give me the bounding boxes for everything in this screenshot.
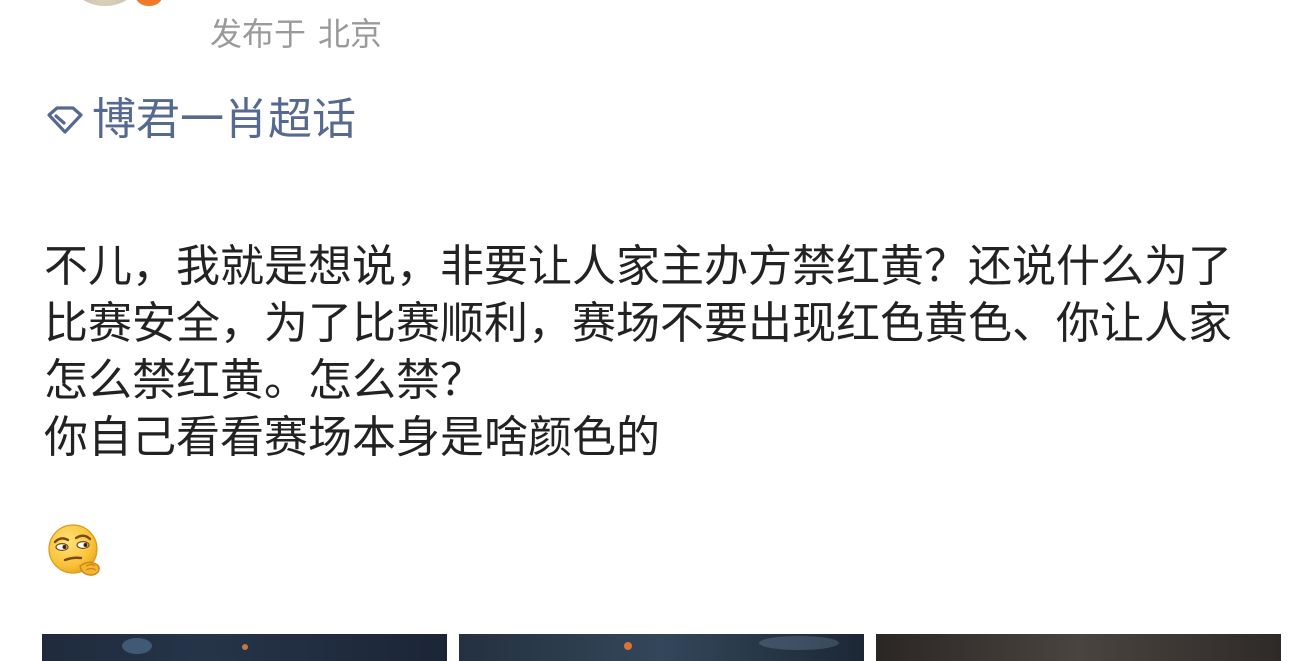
author-avatar[interactable] [70,0,140,6]
image-grid [42,634,1282,661]
post-paragraph: 你自己看看赛场本身是啥颜色的 [44,412,660,463]
supertopic-label: 博君一肖超话 [92,94,356,145]
avatar-image [70,0,140,6]
post-meta: 发布于 北京 [210,12,382,56]
post-paragraph: 不儿，我就是想说，非要让人家主办方禁红黄？还说什么为了比赛安全，为了比赛顺利，赛… [44,241,1232,406]
post-image-1[interactable] [42,634,447,661]
diamond-icon [47,106,83,134]
post-location: 北京 [318,15,383,53]
supertopic-link[interactable]: 博君一肖超话 [44,92,356,148]
post-text: 不儿，我就是想说，非要让人家主办方禁红黄？还说什么为了比赛安全，为了比赛顺利，赛… [44,238,1274,466]
published-prefix: 发布于 [210,15,307,53]
post-image-3[interactable] [876,634,1281,661]
post-image-2[interactable] [459,634,864,661]
thinking-smirk-emoji-icon [48,524,100,576]
